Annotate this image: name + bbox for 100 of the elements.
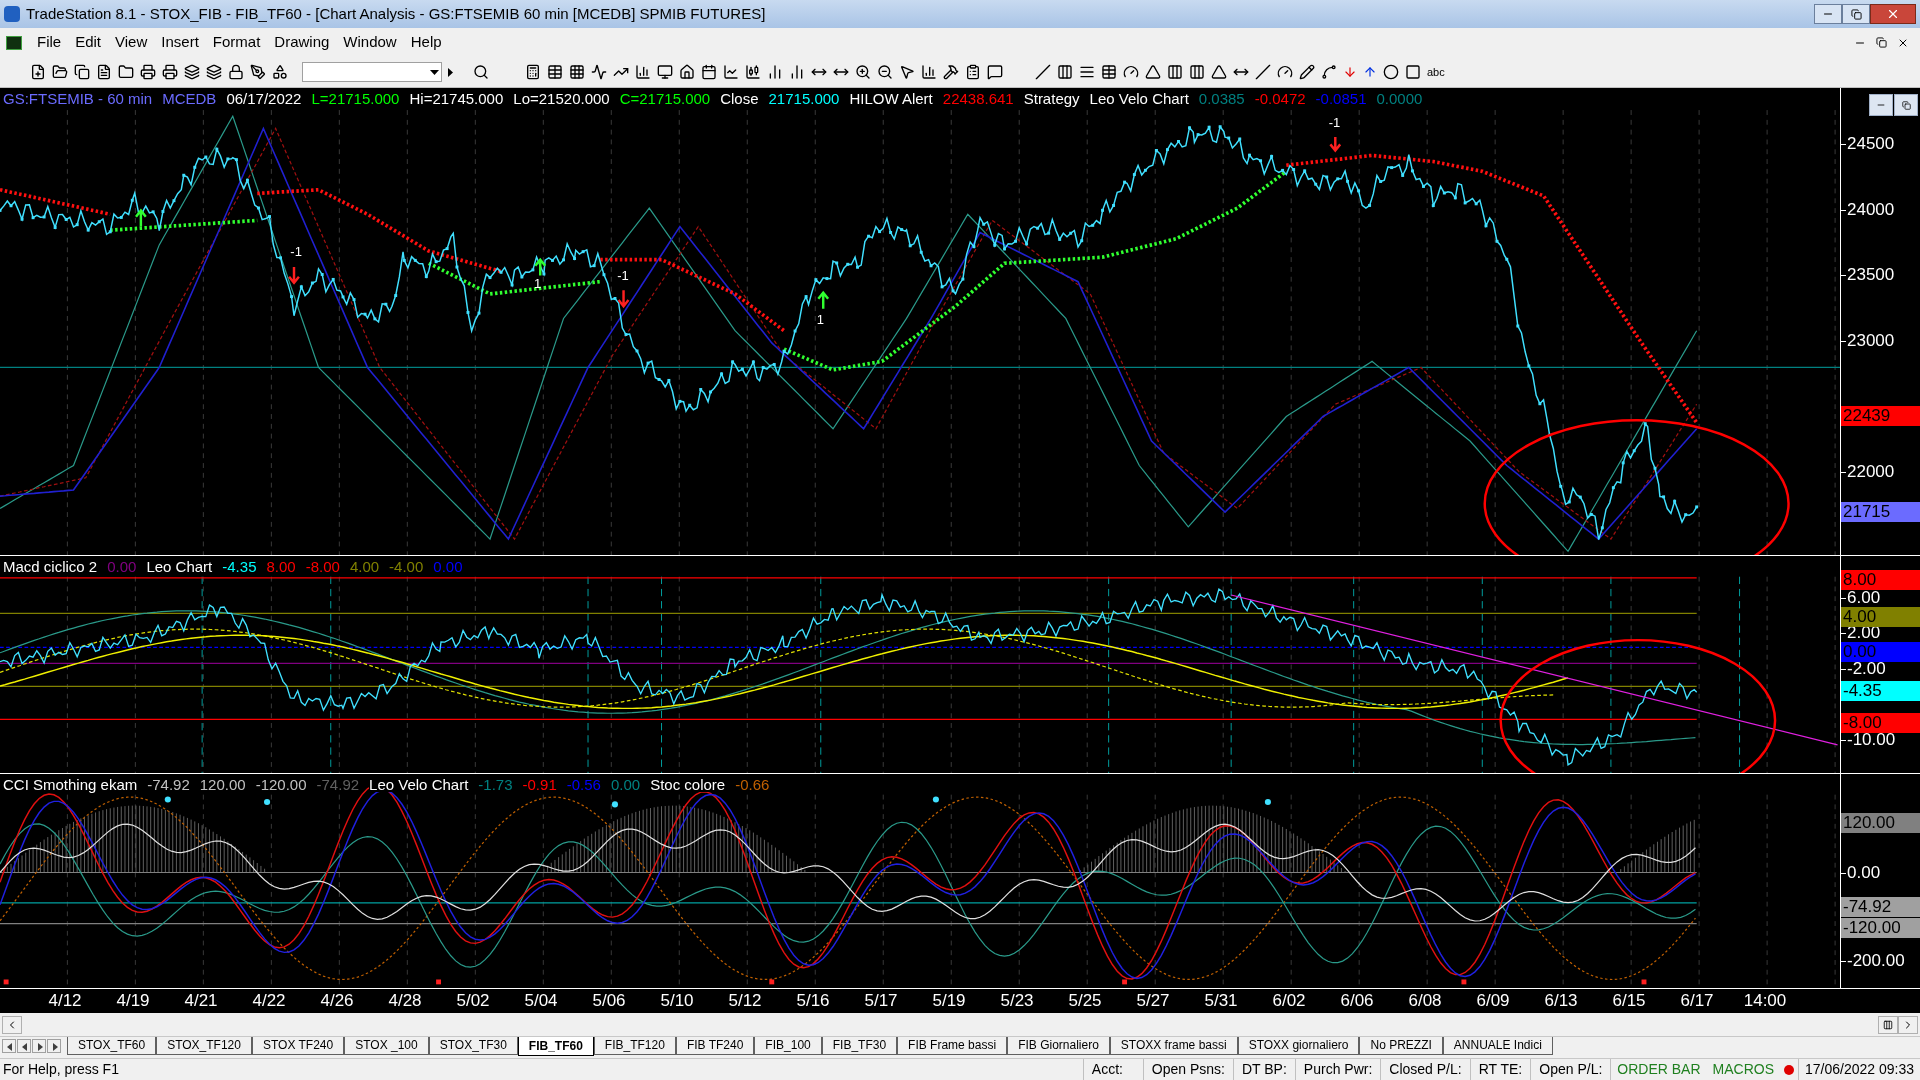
folder-icon[interactable] (118, 64, 134, 80)
wave-icon[interactable] (591, 64, 607, 80)
vertical-lines-icon[interactable] (1057, 64, 1073, 80)
minimize-button[interactable] (1869, 94, 1893, 116)
open-folder-icon[interactable] (52, 64, 68, 80)
play-icon[interactable] (448, 67, 453, 77)
legend-text: 8.00 (266, 559, 296, 574)
date-label: 5/12 (728, 990, 762, 1012)
sheet-tab[interactable]: No PREZZI (1359, 1037, 1443, 1055)
sheet-tab[interactable]: STOX_TF30 (428, 1037, 518, 1055)
tab-nav-next-icon[interactable] (32, 1039, 46, 1053)
arrow-up-icon[interactable] (1363, 65, 1377, 79)
legend-text: Macd ciclico 2 (3, 559, 98, 574)
monitor-icon[interactable] (657, 64, 673, 80)
axis-label: 22000 (1846, 462, 1895, 482)
tools-icon[interactable] (943, 64, 959, 80)
clipboard-icon[interactable] (965, 64, 981, 80)
menu-item[interactable]: Window (336, 31, 404, 54)
tab-nav-last-icon[interactable] (47, 1039, 61, 1053)
print-icon[interactable] (162, 64, 178, 80)
menu-item[interactable]: Help (403, 31, 449, 54)
menu-item[interactable]: Format (205, 31, 268, 54)
sheet-tab[interactable]: STOXX giornaliero (1237, 1037, 1360, 1055)
sheet-tab[interactable]: FIB_100 (754, 1037, 822, 1055)
menu-item[interactable]: View (108, 31, 155, 54)
minimize-button[interactable] (1814, 4, 1842, 24)
menu-item[interactable]: File (30, 31, 69, 54)
sheet-tab[interactable]: STOX TF240 (251, 1037, 345, 1055)
tab-nav-first-icon[interactable] (2, 1039, 16, 1053)
copy-icon[interactable] (74, 64, 90, 80)
bar-chart-icon[interactable] (635, 64, 651, 80)
line-chart-icon[interactable] (723, 64, 739, 80)
legend-text: Leo Velo Chart (1089, 91, 1189, 106)
house-icon[interactable] (679, 64, 695, 80)
price-marker: 0.00 (1841, 642, 1920, 662)
sheet-tab[interactable]: FIB Frame bassi (897, 1037, 1008, 1055)
sheet-tab[interactable]: FIB TF240 (675, 1037, 755, 1055)
bars-icon[interactable] (789, 64, 805, 80)
calculator-icon[interactable] (525, 64, 541, 80)
date-label: 5/23 (1000, 990, 1034, 1012)
window-title: TradeStation 8.1 - STOX_FIB - FIB_TF60 - [Chart Analysis - GS:FTSEMIB 60 min [MCEDB] SPMIB FUTURES] (26, 3, 767, 24)
arrow-down-icon[interactable] (1343, 65, 1357, 79)
menu-item[interactable]: Edit (68, 31, 109, 54)
tab-nav-prev-icon[interactable] (17, 1039, 31, 1053)
app-icon (4, 6, 20, 22)
order-bar-link[interactable]: ORDER BAR (1610, 1059, 1707, 1080)
document-icon[interactable] (96, 64, 112, 80)
pointer-icon[interactable] (899, 64, 915, 80)
sheet-tab[interactable]: STOXX frame bassi (1109, 1037, 1238, 1055)
price-marker: 21715 (1841, 502, 1920, 522)
sheet-tab[interactable]: FIB_TF60 (517, 1037, 594, 1056)
sheet-tab[interactable]: FIB_TF120 (593, 1037, 676, 1055)
text-tool[interactable]: abc (1427, 63, 1445, 81)
rectangle-icon[interactable] (1405, 64, 1421, 80)
close-button[interactable] (1870, 4, 1916, 24)
arc-icon[interactable] (1123, 64, 1139, 80)
macros-link[interactable]: MACROS (1706, 1059, 1780, 1080)
status-field: Acct: (1082, 1059, 1143, 1080)
date-label: 4/22 (252, 990, 286, 1012)
candlestick-icon[interactable] (745, 64, 761, 80)
maximize-button[interactable] (1842, 4, 1870, 24)
sheet-tab[interactable]: STOX _100 (344, 1037, 429, 1055)
layers-icon[interactable] (184, 64, 200, 80)
horizontal-scrollbar[interactable] (0, 1013, 1920, 1037)
menu-item[interactable]: Insert (154, 31, 206, 54)
sheet-tab[interactable]: STOX_TF60 (67, 1037, 157, 1055)
sheet-tab[interactable]: FIB Giornaliero (1007, 1037, 1110, 1055)
menu-item[interactable]: Drawing (267, 31, 337, 54)
sheet-tab[interactable]: STOX_TF120 (156, 1037, 252, 1055)
comment-icon[interactable] (987, 64, 1003, 80)
axis-label: 24000 (1846, 200, 1895, 220)
legend-text: -120.00 (255, 777, 307, 792)
restore-button[interactable] (1894, 94, 1918, 116)
zoom-in-icon[interactable] (855, 64, 871, 80)
grid-icon[interactable] (569, 64, 585, 80)
curve-icon[interactable] (1321, 64, 1337, 80)
search-icon[interactable] (473, 64, 489, 80)
lock-icon[interactable] (228, 64, 244, 80)
legend-text: -0.56 (566, 777, 601, 792)
layers-icon[interactable] (206, 64, 222, 80)
symbol-combo-box[interactable] (302, 62, 442, 82)
axis-label: 6.00 (1846, 588, 1881, 608)
pencil-icon[interactable] (1299, 64, 1315, 80)
bars-icon[interactable] (767, 64, 783, 80)
table-icon[interactable] (547, 64, 563, 80)
restore-icon[interactable] (1876, 37, 1887, 48)
trendline-icon[interactable] (1035, 64, 1051, 80)
angle-icon[interactable] (1211, 64, 1227, 80)
ellipse-icon[interactable] (1383, 64, 1399, 80)
horizontal-lines-icon[interactable] (1079, 64, 1095, 80)
calendar-icon[interactable] (701, 64, 717, 80)
status-field: Open Psns: (1142, 1059, 1233, 1080)
print-icon[interactable] (140, 64, 156, 80)
zoom-out-icon[interactable] (877, 64, 893, 80)
pen-icon[interactable] (250, 64, 266, 80)
sheet-tab[interactable]: FIB_TF30 (821, 1037, 898, 1055)
close-icon (1886, 7, 1900, 21)
new-file-icon[interactable] (30, 64, 46, 80)
sheet-tab[interactable]: ANNUALE Indici (1442, 1037, 1553, 1055)
shapes-icon[interactable] (272, 64, 288, 80)
